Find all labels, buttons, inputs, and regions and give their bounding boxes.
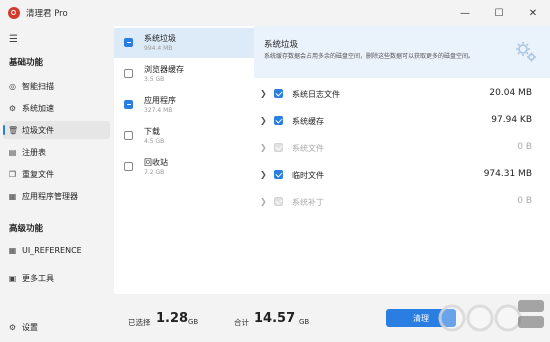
total-label: 合计 bbox=[234, 318, 249, 327]
row-size: 97.94 KB bbox=[491, 115, 532, 125]
detail-header: 系统垃圾 系统缓存数据会占用多余的磁盘空间，删除这些数据可以获取更多的磁盘空间。 bbox=[254, 26, 550, 78]
category-item-system-junk[interactable]: 系统垃圾 994.4 MB bbox=[114, 28, 254, 58]
sidebar-item-label: 更多工具 bbox=[22, 273, 54, 283]
title-bar: 清理君 Pro — ☐ ✕ bbox=[0, 0, 550, 26]
category-name: 回收站 bbox=[144, 158, 168, 167]
sidebar-item-more-tools[interactable]: ▣ 更多工具 bbox=[3, 269, 110, 287]
detail-row-system-patches: ❯ 系统补丁 0 B bbox=[254, 190, 550, 214]
category-name: 下载 bbox=[144, 127, 160, 136]
maximize-button[interactable]: ☐ bbox=[482, 0, 516, 26]
detail-row-system-log[interactable]: ❯ 系统日志文件 20.04 MB bbox=[254, 82, 550, 106]
category-checkbox[interactable] bbox=[124, 100, 133, 109]
sidebar-item-ui-reference[interactable]: ▦ UI_REFERENCE bbox=[3, 241, 110, 259]
watermark-logo-icon bbox=[438, 300, 544, 332]
advanced-section-title: 高级功能 bbox=[9, 224, 44, 234]
category-item-recycle-bin[interactable]: 回收站 7.2 GB bbox=[114, 152, 254, 182]
sidebar-item-label: 应用程序管理器 bbox=[22, 191, 78, 201]
sidebar-item-smart-scan[interactable]: ◎ 智能扫描 bbox=[3, 77, 110, 95]
row-name: 系统文件 bbox=[292, 144, 324, 153]
sidebar-item-label: 垃圾文件 bbox=[22, 125, 54, 135]
trash-icon: 🗑 bbox=[8, 125, 19, 135]
gears-icon bbox=[516, 42, 536, 62]
total-unit: GB bbox=[299, 318, 310, 326]
category-name: 系统垃圾 bbox=[144, 34, 176, 43]
category-checkbox[interactable] bbox=[124, 162, 133, 171]
row-checkbox[interactable] bbox=[274, 170, 283, 179]
category-size: 4.5 GB bbox=[144, 138, 165, 145]
row-name: 临时文件 bbox=[292, 171, 324, 180]
row-name: 系统补丁 bbox=[292, 198, 324, 207]
registry-icon: ▤ bbox=[8, 147, 17, 157]
sidebar-item-junk-files[interactable]: 🗑 垃圾文件 bbox=[3, 121, 110, 139]
app-title: 清理君 Pro bbox=[26, 9, 68, 19]
category-name: 应用程序 bbox=[144, 96, 176, 105]
detail-title: 系统垃圾 bbox=[264, 40, 299, 50]
apps-icon: ▦ bbox=[8, 191, 17, 201]
sidebar-item-label: UI_REFERENCE bbox=[22, 245, 82, 255]
category-item-downloads[interactable]: 下载 4.5 GB bbox=[114, 121, 254, 151]
total-value: 14.57 bbox=[254, 311, 296, 326]
detail-panel: 系统垃圾 系统缓存数据会占用多余的磁盘空间，删除这些数据可以获取更多的磁盘空间。… bbox=[254, 26, 550, 294]
chevron-right-icon[interactable]: ❯ bbox=[260, 116, 267, 125]
category-size: 7.2 GB bbox=[144, 169, 165, 176]
sidebar-item-label: 智能扫描 bbox=[22, 81, 54, 91]
sidebar-item-settings[interactable]: ⚙ 设置 bbox=[3, 318, 110, 336]
selected-label: 已选择 bbox=[128, 318, 151, 327]
basic-section-title: 基础功能 bbox=[9, 58, 44, 68]
sidebar: ☰ 基础功能 ◎ 智能扫描 ⚙ 系统加速 🗑 垃圾文件 ▤ 注册表 ❐ 重复文件… bbox=[0, 26, 114, 342]
sidebar-item-system-speedup[interactable]: ⚙ 系统加速 bbox=[3, 99, 110, 117]
row-checkbox[interactable] bbox=[274, 116, 283, 125]
chevron-right-icon: ❯ bbox=[260, 143, 267, 152]
chevron-right-icon: ❯ bbox=[260, 197, 267, 206]
hamburger-icon[interactable]: ☰ bbox=[9, 34, 18, 45]
sidebar-item-app-manager[interactable]: ▦ 应用程序管理器 bbox=[3, 187, 110, 205]
category-size: 3.5 GB bbox=[144, 76, 165, 83]
chevron-right-icon[interactable]: ❯ bbox=[260, 170, 267, 179]
detail-row-system-files: ❯ 系统文件 0 B bbox=[254, 136, 550, 160]
detail-row-temp-files[interactable]: ❯ 临时文件 974.31 MB bbox=[254, 163, 550, 187]
category-checkbox[interactable] bbox=[124, 69, 133, 78]
row-checkbox bbox=[274, 143, 283, 152]
tools-icon: ▣ bbox=[8, 273, 17, 283]
category-size: 327.4 MB bbox=[144, 107, 173, 114]
row-size: 0 B bbox=[517, 196, 532, 206]
sidebar-item-duplicate-files[interactable]: ❐ 重复文件 bbox=[3, 165, 110, 183]
scan-icon: ◎ bbox=[9, 81, 16, 91]
grid-icon: ▦ bbox=[8, 245, 17, 255]
speed-icon: ⚙ bbox=[8, 103, 17, 113]
sidebar-item-label: 系统加速 bbox=[22, 103, 54, 113]
sidebar-item-label: 重复文件 bbox=[22, 169, 54, 179]
close-button[interactable]: ✕ bbox=[516, 0, 550, 26]
chevron-right-icon[interactable]: ❯ bbox=[260, 89, 267, 98]
selected-value: 1.28 bbox=[156, 311, 189, 326]
footer-bar: 已选择 1.28 GB 合计 14.57 GB 清理 bbox=[114, 294, 550, 342]
sidebar-item-label: 设置 bbox=[22, 322, 38, 332]
category-list: 系统垃圾 994.4 MB 浏览器缓存 3.5 GB 应用程序 327.4 MB… bbox=[114, 26, 255, 294]
category-name: 浏览器缓存 bbox=[144, 65, 184, 74]
row-checkbox[interactable] bbox=[274, 89, 283, 98]
row-size: 0 B bbox=[517, 142, 532, 152]
category-checkbox[interactable] bbox=[124, 38, 133, 47]
row-name: 系统缓存 bbox=[292, 117, 324, 126]
sidebar-item-label: 注册表 bbox=[22, 147, 46, 157]
row-name: 系统日志文件 bbox=[292, 90, 340, 99]
duplicate-icon: ❐ bbox=[8, 169, 17, 179]
row-size: 20.04 MB bbox=[489, 88, 532, 98]
gear-icon: ⚙ bbox=[8, 322, 17, 332]
minimize-button[interactable]: — bbox=[448, 0, 482, 26]
detail-row-system-cache[interactable]: ❯ 系统缓存 97.94 KB bbox=[254, 109, 550, 133]
row-size: 974.31 MB bbox=[483, 169, 532, 179]
detail-description: 系统缓存数据会占用多余的磁盘空间，删除这些数据可以获取更多的磁盘空间。 bbox=[264, 53, 475, 60]
category-size: 994.4 MB bbox=[144, 45, 173, 52]
app-logo-icon bbox=[8, 7, 20, 19]
row-checkbox bbox=[274, 197, 283, 206]
category-checkbox[interactable] bbox=[124, 131, 133, 140]
window-controls: — ☐ ✕ bbox=[448, 0, 550, 26]
sidebar-item-registry[interactable]: ▤ 注册表 bbox=[3, 143, 110, 161]
selected-unit: GB bbox=[188, 318, 199, 326]
category-item-applications[interactable]: 应用程序 327.4 MB bbox=[114, 90, 254, 120]
category-item-browser-cache[interactable]: 浏览器缓存 3.5 GB bbox=[114, 59, 254, 89]
